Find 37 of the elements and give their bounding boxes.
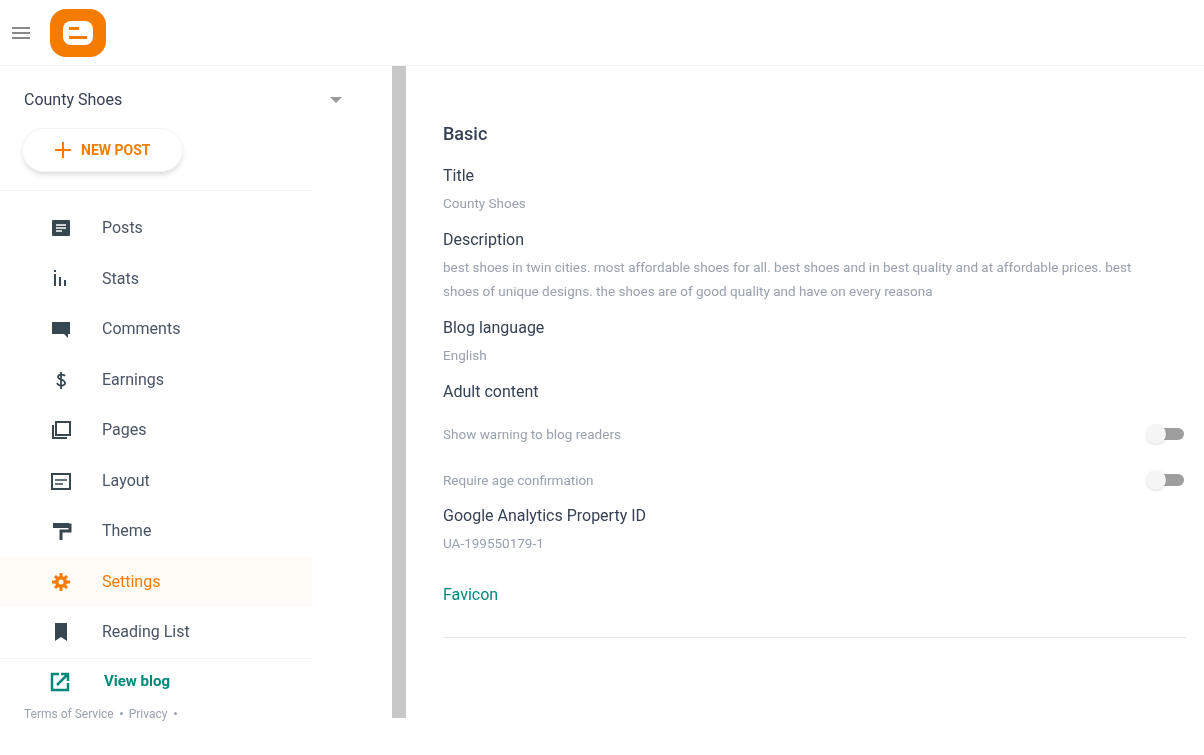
pages-icon xyxy=(50,419,72,442)
field-value[interactable]: UA-199550179-1 xyxy=(443,529,1186,555)
nav-item[interactable]: Theme xyxy=(0,506,312,557)
nav-item[interactable]: Reading List xyxy=(0,607,312,658)
external-link-icon xyxy=(50,671,70,692)
favicon-link[interactable]: Favicon xyxy=(443,583,1186,607)
view-blog-link[interactable]: View blog xyxy=(0,658,392,705)
field-value[interactable]: County Shoes xyxy=(443,189,1186,215)
nav-item[interactable]: Pages xyxy=(0,405,312,456)
gear-icon xyxy=(50,570,72,593)
logo-icon[interactable] xyxy=(48,6,108,59)
plus-icon xyxy=(55,142,71,158)
footer-link[interactable]: Terms of Service xyxy=(24,704,114,723)
field-label: Google Analytics Property ID xyxy=(443,505,648,527)
field-label: Title xyxy=(443,165,476,187)
nav-item[interactable]: Comments xyxy=(0,304,312,355)
menu-icon[interactable] xyxy=(12,26,30,39)
field-value[interactable]: best shoes in twin cities. most affordable shoes for all. best shoes and in best quality and at affordable prices. best shoes of unique designs. the shoes are of good quality and have on every reasona xyxy=(443,253,1186,303)
field-value[interactable]: English xyxy=(443,341,1186,367)
nav-item[interactable]: Layout xyxy=(0,455,312,506)
paint-roller-icon xyxy=(50,520,72,543)
nav-item[interactable]: Settings xyxy=(0,556,312,607)
nav-item[interactable]: Posts xyxy=(0,203,312,254)
field-label: Blog language xyxy=(443,317,546,339)
nav-item[interactable]: Stats xyxy=(0,253,312,304)
toggle-switch[interactable] xyxy=(1146,470,1186,490)
field-label: Adult content xyxy=(443,381,540,403)
footer-link[interactable]: Privacy xyxy=(128,704,168,723)
section-heading: Basic xyxy=(443,122,489,146)
nav-item[interactable]: Earnings xyxy=(0,354,312,405)
field-label: Description xyxy=(443,229,525,251)
toggle-label: Require age confirmation xyxy=(443,470,594,490)
toggle-label: Show warning to blog readers xyxy=(443,424,621,444)
dropdown-caret-icon[interactable] xyxy=(330,97,342,103)
blog-name[interactable]: County Shoes xyxy=(24,88,123,112)
scrollbar[interactable] xyxy=(392,66,406,718)
toggle-switch[interactable] xyxy=(1146,424,1186,444)
